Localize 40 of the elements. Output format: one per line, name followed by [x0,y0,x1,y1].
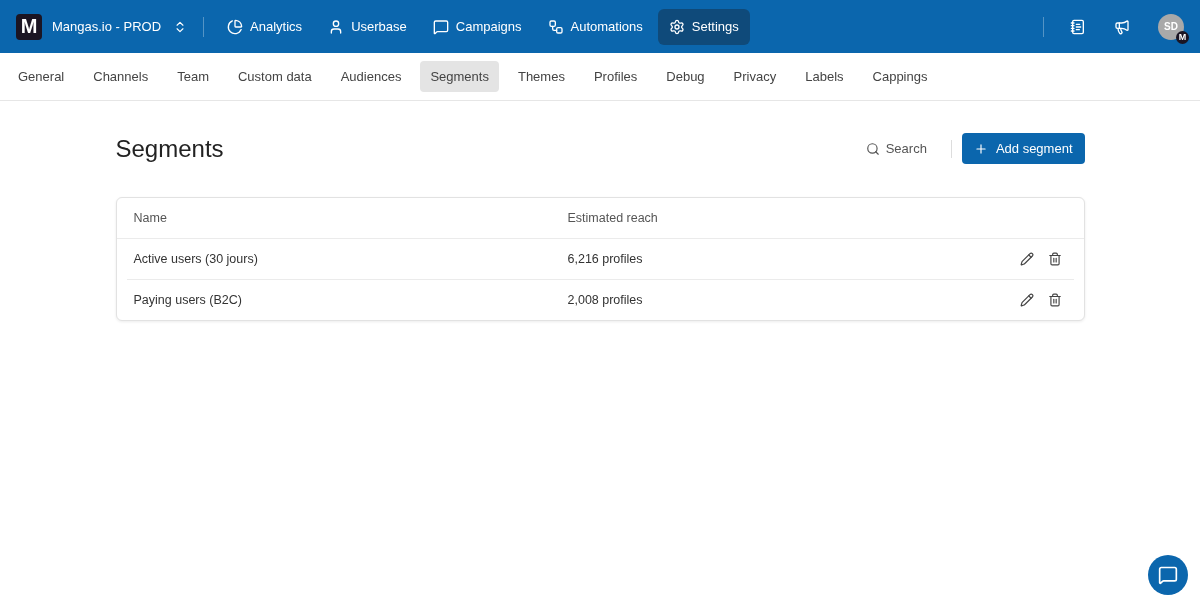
segment-name: Active users (30 jours) [133,252,259,266]
settings-tab[interactable]: Labels [795,61,854,92]
chat-button[interactable] [1148,555,1188,595]
column-header: Estimated reach [567,211,659,225]
settings-tab[interactable]: Channels [83,61,159,92]
nav-item[interactable]: Userbase [317,8,418,45]
settings-tab[interactable]: Debug [656,61,715,92]
pie-chart-icon [227,18,244,35]
settings-tab[interactable]: Privacy [723,61,787,92]
edit-icon[interactable] [1019,293,1034,307]
workflow-icon [547,18,564,35]
edit-icon[interactable] [1019,252,1034,266]
settings-tab[interactable]: Audiences [330,61,412,92]
search-icon [865,141,880,156]
speech-bubble-icon [432,18,449,35]
settings-tab[interactable]: Segments [420,61,499,92]
chat-icon [1158,565,1178,585]
segment-reach: 2,008 profiles [567,293,644,307]
workspace-logo: M [16,13,42,40]
settings-tab[interactable]: Custom data [228,61,322,92]
delete-icon[interactable] [1047,293,1062,307]
settings-tab[interactable]: Themes [507,61,575,92]
add-segment-button[interactable]: Add segment [961,133,1085,164]
segment-reach: 6,216 profiles [567,252,644,266]
settings-tab[interactable]: Profiles [583,61,648,92]
workspace-name: Mangas.io - PROD [52,19,162,34]
settings-icon [668,18,685,35]
settings-tab[interactable]: General [8,61,75,92]
settings-tab[interactable]: Team [167,61,219,92]
plus-icon [973,141,988,156]
nav-item[interactable]: Automations [536,8,654,45]
nav-item[interactable]: Analytics [216,8,314,45]
search-button[interactable]: Search [857,135,935,162]
delete-icon[interactable] [1047,252,1062,266]
nav-item[interactable]: Settings [657,8,750,45]
settings-tab[interactable]: Cappings [862,61,938,92]
column-header: Name [133,211,168,225]
segment-name: Paying users (B2C) [133,293,243,307]
page-title: Segments [115,134,225,163]
nav-item[interactable]: Campaigns [421,8,533,45]
